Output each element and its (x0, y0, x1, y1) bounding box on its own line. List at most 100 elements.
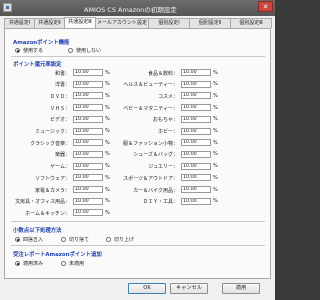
rate-input[interactable]: 10.00 (181, 69, 211, 76)
section-title-decimal: 小数点以下処理方法 (13, 228, 62, 234)
divider (11, 245, 265, 246)
rate-input[interactable]: 10.00 (181, 186, 211, 193)
percent-unit: % (105, 81, 110, 88)
rate-label: ＶＨＳ： (49, 105, 70, 112)
rate-input[interactable]: 10.00 (181, 150, 211, 158)
rate-label: スポーツ＆アウトドア： (123, 175, 178, 182)
tab-individual-1[interactable]: 個別設定Ⅰ (148, 18, 190, 28)
radio-floor[interactable]: 切り捨て (61, 236, 89, 243)
settings-window: AMIOS CS Amazonの初期設定 ✕ 共通設定Ⅰ 共通設定Ⅱ 共通設定Ⅲ… (0, 0, 275, 300)
percent-unit: % (213, 151, 218, 158)
rate-label: 楽器： (54, 152, 70, 159)
percent-unit: % (105, 128, 110, 134)
radio-not-use[interactable]: 使用しない (68, 47, 101, 54)
rate-label: ビデオ： (49, 117, 70, 124)
rate-input[interactable]: 10.00 (181, 127, 211, 135)
radio-unselected-icon (68, 48, 73, 53)
tab-individual-2[interactable]: 個別設定Ⅱ (189, 18, 231, 28)
percent-unit: % (213, 116, 218, 123)
settings-panel: Amazonポイント機能 使用する 使用しない ポイント還元率設定 和書： 10.… (4, 28, 271, 279)
ok-button[interactable]: OK (128, 283, 166, 294)
radio-selected-icon (15, 48, 20, 53)
percent-unit: % (213, 163, 218, 170)
radio-unselected-icon (61, 261, 66, 266)
rate-label: おもちゃ： (152, 117, 178, 124)
rate-input[interactable]: 10.00 (181, 115, 211, 123)
percent-unit: % (213, 81, 218, 88)
rate-input[interactable]: 10.00 (73, 80, 103, 88)
title-bar: AMIOS CS Amazonの初期設定 ✕ (0, 0, 275, 16)
rate-input[interactable]: 10.00 (181, 92, 211, 100)
rate-label: ＤＩＹ・工具： (142, 199, 178, 206)
rate-label: ミュージック： (35, 129, 70, 135)
rate-label: 家電＆カメラ： (34, 187, 70, 194)
rate-input[interactable]: 10.00 (73, 174, 103, 182)
percent-unit: % (105, 69, 110, 76)
rate-input[interactable]: 10.00 (73, 92, 103, 100)
rate-input[interactable]: 10.00 (73, 197, 103, 205)
percent-unit: % (213, 69, 218, 76)
tab-strip: 共通設定Ⅰ 共通設定Ⅱ 共通設定Ⅲ メールアカウント設定 個別設定Ⅰ 個別設定Ⅱ… (4, 17, 272, 28)
percent-unit: % (105, 92, 110, 99)
tab-individual-3[interactable]: 個別設定Ⅲ (230, 18, 272, 28)
percent-unit: % (105, 163, 110, 170)
rate-input[interactable]: 10.00 (181, 162, 211, 170)
percent-unit: % (105, 209, 110, 216)
rate-input[interactable]: 10.00 (73, 104, 103, 112)
rate-input[interactable]: 10.00 (181, 197, 211, 205)
percent-unit: % (213, 198, 218, 205)
rate-input[interactable]: 10.00 (181, 174, 211, 182)
rate-label: シューズ＆バッグ： (133, 152, 178, 159)
window-title: AMIOS CS Amazonの初期設定 (84, 6, 177, 14)
radio-use[interactable]: 使用する (15, 47, 43, 54)
percent-unit: % (105, 104, 110, 111)
radio-not-applied[interactable]: 未適用 (61, 260, 84, 267)
percent-unit: % (105, 116, 110, 123)
close-button[interactable]: ✕ (258, 1, 273, 12)
percent-unit: % (105, 186, 110, 193)
rate-input[interactable]: 10.00 (181, 104, 211, 112)
tab-mail-account[interactable]: メールアカウント設定 (95, 18, 149, 28)
rate-label: ホビー： (157, 129, 178, 135)
percent-unit: % (213, 174, 218, 181)
percent-unit: % (105, 139, 110, 146)
rate-label: ゲーム： (50, 164, 70, 171)
rate-input[interactable]: 10.00 (73, 127, 103, 135)
rate-label: ＤＶＤ： (49, 93, 70, 100)
radio-selected-icon (15, 261, 20, 266)
apply-button[interactable]: 適用 (222, 283, 260, 294)
divider (11, 56, 265, 57)
rate-input[interactable]: 10.00 (73, 150, 103, 158)
tab-common-2[interactable]: 共通設定Ⅱ (34, 18, 65, 28)
rate-input[interactable]: 10.00 (181, 139, 211, 147)
rate-input[interactable]: 10.00 (181, 80, 211, 88)
tab-common-1[interactable]: 共通設定Ⅰ (4, 18, 35, 28)
rate-input[interactable]: 10.00 (73, 186, 103, 193)
app-icon (3, 3, 12, 12)
cancel-button[interactable]: キャンセル (170, 283, 208, 294)
radio-ceil[interactable]: 切り上げ (106, 236, 134, 243)
rate-label: カー＆バイク用品： (133, 187, 178, 194)
percent-unit: % (213, 128, 218, 134)
tab-common-3[interactable]: 共通設定Ⅲ (64, 17, 96, 28)
rate-label: ソフトウェア： (34, 175, 70, 182)
rate-input[interactable]: 10.00 (73, 69, 103, 76)
percent-unit: % (213, 104, 218, 111)
radio-applied[interactable]: 適用済み (15, 260, 43, 267)
rate-input[interactable]: 10.00 (73, 115, 103, 123)
percent-unit: % (213, 92, 218, 99)
radio-unselected-icon (106, 237, 111, 242)
rate-input[interactable]: 10.00 (73, 139, 103, 147)
rate-label: コスメ： (157, 93, 178, 100)
percent-unit: % (105, 198, 110, 205)
percent-unit: % (213, 186, 218, 193)
close-icon: ✕ (262, 3, 269, 11)
section-title-points-usage: Amazonポイント機能 (13, 40, 70, 46)
radio-round[interactable]: 四捨五入 (15, 236, 43, 243)
section-title-points-grant: 受注レポートAmazonポイント追加 (13, 252, 102, 258)
rate-input[interactable]: 10.00 (73, 209, 103, 217)
rate-input[interactable]: 10.00 (73, 162, 103, 170)
rate-label: クラシック音楽： (30, 140, 70, 147)
rate-label: 文房具・オフィス用品： (15, 199, 70, 206)
percent-unit: % (213, 139, 218, 146)
